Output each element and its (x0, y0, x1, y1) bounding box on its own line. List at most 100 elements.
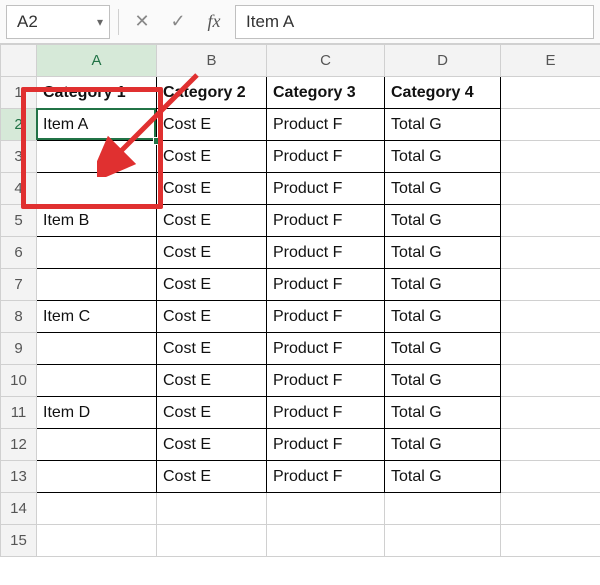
row-header[interactable]: 1 (1, 77, 37, 109)
row-header[interactable]: 15 (1, 525, 37, 557)
cell[interactable] (501, 493, 600, 525)
cell[interactable]: Product F (267, 461, 385, 493)
cell[interactable]: Product F (267, 109, 385, 141)
cell[interactable]: Cost E (157, 141, 267, 173)
row-header[interactable]: 6 (1, 237, 37, 269)
cell[interactable] (501, 141, 600, 173)
cell[interactable] (37, 237, 157, 269)
cell[interactable] (37, 333, 157, 365)
row-header[interactable]: 7 (1, 269, 37, 301)
cell[interactable]: Item D (37, 397, 157, 429)
cell[interactable] (501, 525, 600, 557)
formula-input[interactable]: Item A (235, 5, 594, 39)
cell[interactable]: Product F (267, 333, 385, 365)
cell[interactable] (501, 429, 600, 461)
cell[interactable] (37, 141, 157, 173)
row-header[interactable]: 10 (1, 365, 37, 397)
cell[interactable]: Product F (267, 237, 385, 269)
cell[interactable] (37, 269, 157, 301)
cell[interactable]: Total G (385, 365, 501, 397)
cell[interactable] (37, 461, 157, 493)
cell[interactable]: Cost E (157, 237, 267, 269)
row-header[interactable]: 14 (1, 493, 37, 525)
cell[interactable]: Cost E (157, 333, 267, 365)
cell[interactable]: Product F (267, 429, 385, 461)
row-header[interactable]: 13 (1, 461, 37, 493)
cell[interactable] (501, 333, 600, 365)
cell[interactable]: Category 3 (267, 77, 385, 109)
cell[interactable]: Cost E (157, 365, 267, 397)
cell[interactable] (501, 173, 600, 205)
cell[interactable] (37, 365, 157, 397)
cell[interactable]: Product F (267, 301, 385, 333)
cell[interactable] (385, 525, 501, 557)
col-header-D[interactable]: D (385, 45, 501, 77)
cell[interactable]: Cost E (157, 397, 267, 429)
cell[interactable]: Category 1 (37, 77, 157, 109)
cell[interactable]: Product F (267, 365, 385, 397)
cell[interactable]: Total G (385, 269, 501, 301)
cell[interactable] (501, 237, 600, 269)
cell[interactable]: Total G (385, 301, 501, 333)
cell[interactable] (267, 493, 385, 525)
cell[interactable] (501, 77, 600, 109)
cell[interactable]: Category 2 (157, 77, 267, 109)
confirm-icon[interactable]: ✓ (163, 7, 193, 37)
row-header[interactable]: 3 (1, 141, 37, 173)
cell[interactable] (385, 493, 501, 525)
cell[interactable]: Product F (267, 397, 385, 429)
cell[interactable]: Category 4 (385, 77, 501, 109)
col-header-B[interactable]: B (157, 45, 267, 77)
cell[interactable]: Total G (385, 461, 501, 493)
cell[interactable]: Product F (267, 173, 385, 205)
cell[interactable] (501, 301, 600, 333)
fx-icon[interactable]: fx (199, 7, 229, 37)
select-all-corner[interactable] (1, 45, 37, 77)
cell[interactable]: Total G (385, 109, 501, 141)
cell[interactable]: Total G (385, 333, 501, 365)
cancel-icon[interactable]: ✕ (127, 7, 157, 37)
cell[interactable]: Total G (385, 205, 501, 237)
cell[interactable]: Product F (267, 269, 385, 301)
cell[interactable]: Total G (385, 173, 501, 205)
cell[interactable]: Item C (37, 301, 157, 333)
cell[interactable] (501, 397, 600, 429)
cell[interactable]: Cost E (157, 269, 267, 301)
cell[interactable] (501, 365, 600, 397)
cell[interactable] (501, 461, 600, 493)
cell[interactable]: Total G (385, 429, 501, 461)
row-header[interactable]: 12 (1, 429, 37, 461)
row-header[interactable]: 5 (1, 205, 37, 237)
col-header-E[interactable]: E (501, 45, 600, 77)
cell[interactable]: Total G (385, 237, 501, 269)
cell[interactable]: Item B (37, 205, 157, 237)
cell[interactable]: Item A (37, 109, 157, 141)
cell[interactable]: Total G (385, 141, 501, 173)
cell[interactable] (37, 525, 157, 557)
cell[interactable]: Cost E (157, 173, 267, 205)
row-header[interactable]: 4 (1, 173, 37, 205)
cell[interactable]: Total G (385, 397, 501, 429)
cell[interactable] (501, 205, 600, 237)
cell[interactable]: Cost E (157, 429, 267, 461)
cell[interactable]: Cost E (157, 109, 267, 141)
cell[interactable] (157, 493, 267, 525)
cell[interactable]: Cost E (157, 301, 267, 333)
col-header-A[interactable]: A (37, 45, 157, 77)
cell[interactable] (37, 173, 157, 205)
name-box[interactable]: A2 ▾ (6, 5, 110, 39)
cell[interactable]: Product F (267, 205, 385, 237)
cell[interactable] (37, 429, 157, 461)
row-header[interactable]: 11 (1, 397, 37, 429)
fill-handle[interactable] (153, 137, 161, 145)
col-header-C[interactable]: C (267, 45, 385, 77)
cell[interactable] (501, 269, 600, 301)
cell[interactable]: Product F (267, 141, 385, 173)
cell[interactable]: Cost E (157, 205, 267, 237)
cell[interactable] (501, 109, 600, 141)
row-header[interactable]: 2 (1, 109, 37, 141)
row-header[interactable]: 9 (1, 333, 37, 365)
cell[interactable] (157, 525, 267, 557)
cell[interactable] (267, 525, 385, 557)
cell[interactable]: Cost E (157, 461, 267, 493)
